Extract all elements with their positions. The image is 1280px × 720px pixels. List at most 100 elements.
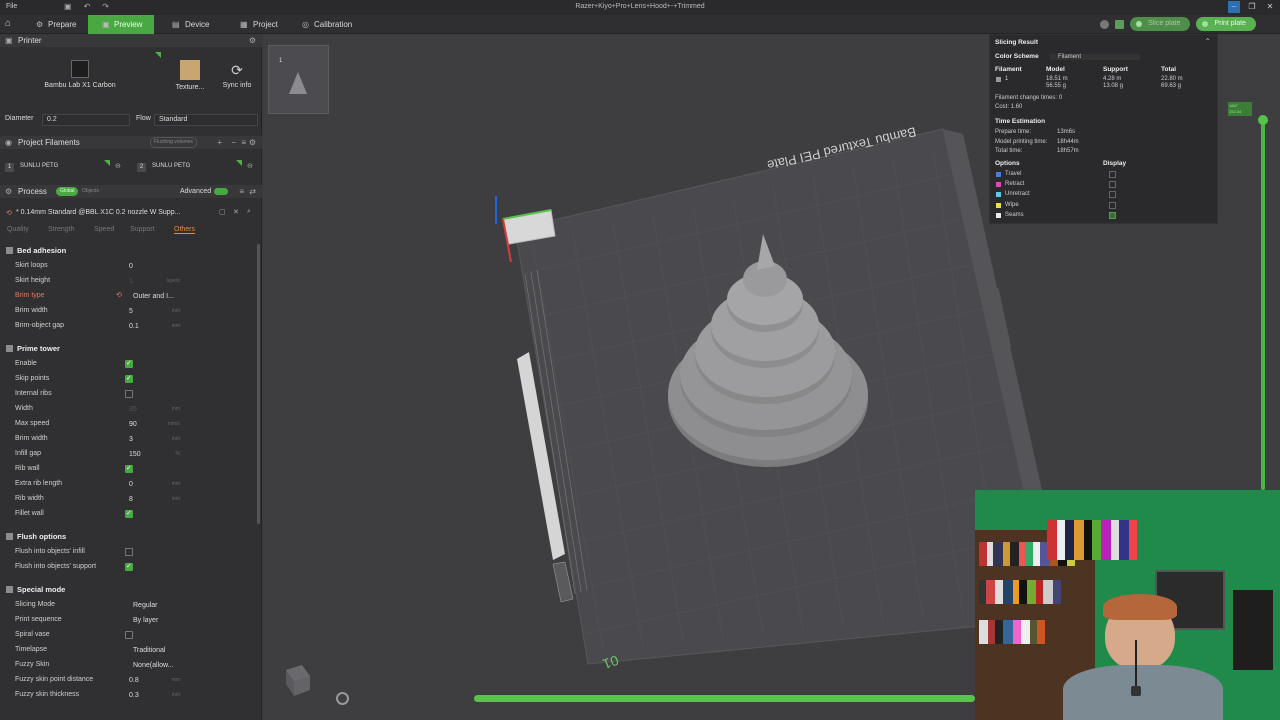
camera-icon[interactable] [336,692,349,705]
panel-scrollbar[interactable] [257,244,260,524]
special-mode-icon [6,586,13,593]
skirt-height-input[interactable]: 1 layers [126,276,182,287]
objects-toggle[interactable]: Objects [82,187,99,196]
rib-wall-checkbox[interactable] [125,464,133,473]
compare-icon[interactable]: ⇄ [249,185,256,198]
seams-checkbox[interactable] [1109,212,1116,219]
fillet-wall-checkbox[interactable] [125,509,133,518]
filament-2-index: 2 [137,163,146,172]
skip-points-label: Skip points [15,375,50,382]
retract-checkbox[interactable] [1109,181,1116,188]
sync-info-button[interactable]: ⟳ Sync info [216,62,258,89]
tab-calibration[interactable]: ◎ Calibration [300,15,370,34]
tab-device[interactable]: ▤ Device [170,15,226,34]
collapse-icon[interactable]: ⌃ [1204,37,1211,46]
slicing-mode-select[interactable]: Regular [130,600,186,611]
bed-adhesion-heading: Bed adhesion [17,246,67,255]
plate-type-selector[interactable]: Texture... [168,60,212,91]
multiplate-icon[interactable] [1115,19,1125,29]
infill-gap-input[interactable]: 150% [126,449,182,460]
travel-checkbox[interactable] [1109,171,1116,178]
filament-1-settings-icon[interactable]: ⊖ [115,162,121,170]
max-speed-input[interactable]: 90 mm/s [126,419,182,430]
result-title: Slicing Result [995,39,1038,46]
internal-ribs-checkbox[interactable] [125,390,133,398]
add-filament-icon[interactable]: + [217,136,222,149]
tab-support[interactable]: Support [130,226,155,233]
sync-icon: ⟳ [231,62,243,78]
tab-speed[interactable]: Speed [94,226,114,233]
process-section-header: ⚙ Process Global Objects Advanced ≡ ⇄ [0,185,262,198]
tab-preview[interactable]: ▣ Preview [88,15,154,34]
brim-width-input[interactable]: 5 mm [126,306,182,317]
timelapse-select[interactable]: Traditional [130,645,186,656]
plate-thumbnail[interactable]: 1 [268,45,329,114]
filament-settings-icon[interactable]: ⚙ [249,136,256,149]
filament-icon: ◉ [5,138,12,147]
reset-icon[interactable]: ⟲ [116,291,122,299]
printer-section-header: ▣ Printer ⚙ [0,34,262,47]
enable-checkbox[interactable] [125,359,133,368]
unretract-checkbox[interactable] [1109,191,1116,198]
advanced-toggle[interactable] [214,188,228,195]
slicing-result-panel: Slicing Result ⌃ Color Scheme Filament F… [989,34,1218,224]
maximize-button[interactable]: ❐ [1246,1,1258,13]
wipe-checkbox[interactable] [1109,202,1116,209]
spiral-vase-checkbox[interactable] [125,631,133,639]
remove-filament-icon[interactable]: − [231,136,236,149]
tab-project[interactable]: ▦ Project [238,15,294,34]
flush-infill-checkbox[interactable] [125,548,133,556]
tab-quality[interactable]: Quality [7,226,29,233]
list-icon[interactable]: ≡ [239,185,244,198]
spiral-vase-label: Spiral vase [15,631,50,638]
filament-1-name[interactable]: SUNLU PETG [20,163,58,169]
width-input[interactable]: 35 mm [126,404,182,415]
time-estimation-title: Time Estimation [995,118,1046,125]
view-cube[interactable] [282,662,312,698]
close-button[interactable]: ✕ [1264,1,1276,13]
prime-tower-icon [6,345,13,352]
fuzzy-thickness-input[interactable]: 0.3 mm [126,690,182,701]
search-icon[interactable]: ⌕ [247,208,251,216]
process-preset-select[interactable]: * 0.14mm Standard @BBL X1C 0.2 nozzle W … [16,209,180,216]
skirt-loops-label: Skirt loops [15,262,48,269]
brim-width-label: Brim width [15,307,48,314]
move-slider[interactable] [474,695,975,702]
print-plate-button[interactable]: Print plate [1196,17,1256,31]
seams-swatch [996,213,1001,218]
slice-plate-button[interactable]: Slice plate [1130,17,1191,31]
print-sequence-select[interactable]: By layer [130,615,186,626]
edit-icon[interactable]: ≡ [241,136,246,149]
filament-2-settings-icon[interactable]: ⊖ [247,162,253,170]
tab-strength[interactable]: Strength [48,226,74,233]
global-toggle[interactable]: Global [56,187,79,196]
delete-preset-icon[interactable]: ✕ [233,208,239,216]
filaments-section-header: ◉ Project Filaments Flushing volumes + −… [0,136,262,149]
diameter-select[interactable]: 0.2 [42,114,130,126]
extra-rib-input[interactable]: 0 mm [126,479,182,490]
save-preset-icon[interactable]: ▢ [219,208,226,216]
brim-gap-input[interactable]: 0.1 mm [126,321,182,332]
skip-points-checkbox[interactable] [125,374,133,383]
tab-prepare[interactable]: ⚙ Prepare [34,15,86,34]
home-icon[interactable]: ⌂ [5,18,16,29]
filament-2-name[interactable]: SUNLU PETG [152,163,190,169]
settings-icon[interactable] [1100,19,1110,29]
tower-brim-width-input[interactable]: 3 mm [126,434,182,445]
minimize-button[interactable]: – [1228,1,1240,13]
gear-icon[interactable]: ⚙ [249,34,256,47]
layer-slider-top-handle[interactable] [1258,115,1268,125]
brim-type-select[interactable]: Outer and I... [130,291,186,302]
color-scheme-select[interactable]: Filament [1050,54,1140,60]
fuzzy-skin-select[interactable]: None(allow... [130,660,186,671]
flow-select[interactable]: Standard [154,114,258,126]
rib-width-input[interactable]: 8 mm [126,494,182,505]
tab-others[interactable]: Others [174,226,196,234]
layer-slider-label: 1867 152.34 [1228,102,1252,116]
fuzzy-distance-input[interactable]: 0.8 mm [126,675,182,686]
flushing-volumes-button[interactable]: Flushing volumes [150,137,197,148]
layer-slider[interactable] [1261,118,1265,490]
skirt-loops-input[interactable]: 0 [126,261,182,272]
flush-support-checkbox[interactable] [125,562,133,571]
printer-selector[interactable]: Bambu Lab X1 Carbon [40,60,120,89]
